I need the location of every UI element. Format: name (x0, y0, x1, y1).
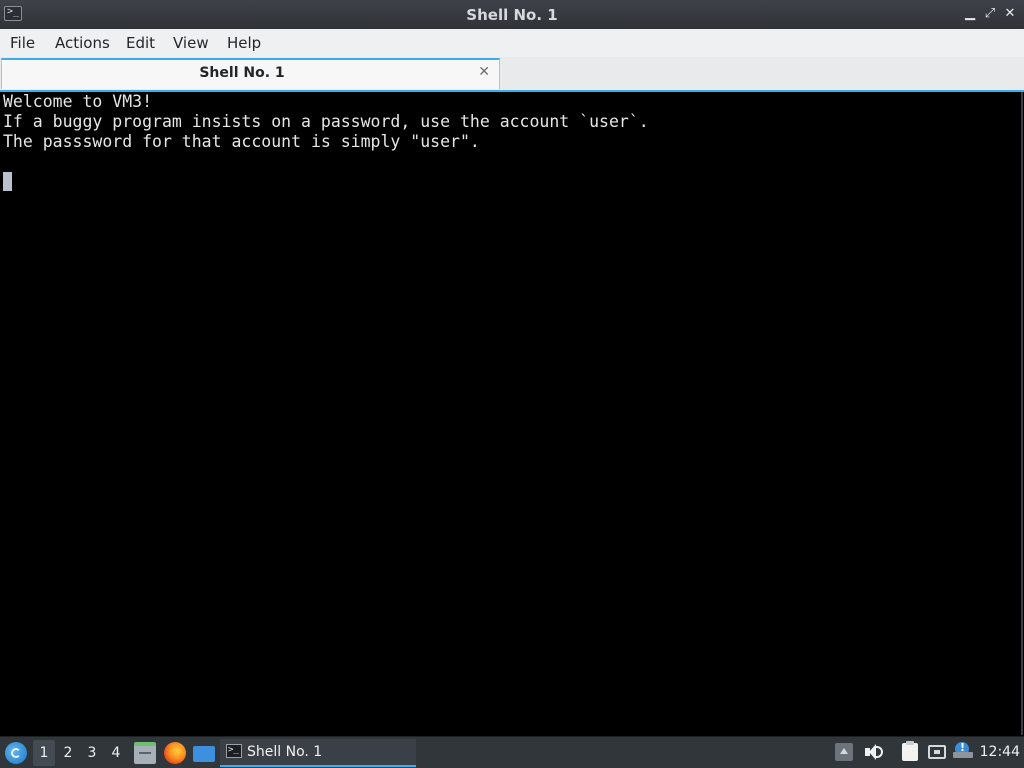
taskbar: 1 2 3 4 >_ Shell No. 1 12:44 (0, 736, 1024, 768)
clipboard-icon[interactable] (902, 741, 918, 761)
maximize-icon: ⤢ (984, 6, 996, 21)
taskbar-window-shell-1[interactable]: >_ Shell No. 1 (220, 739, 416, 767)
update-notifier-icon[interactable] (953, 741, 973, 758)
tab-bar: Shell No. 1 ✕ (0, 57, 1024, 92)
minimize-icon: ▁ (965, 6, 975, 21)
maximize-button[interactable]: ⤢ (982, 6, 998, 22)
tray-expand-icon[interactable] (835, 743, 853, 761)
terminal-window: >_ Shell No. 1 ▁ ⤢ ✕ File Actions Edit V… (0, 0, 1024, 736)
menu-view[interactable]: View (173, 34, 209, 52)
terminal-output[interactable]: Welcome to VM3! If a buggy program insis… (1, 92, 1023, 735)
show-desktop-icon[interactable] (193, 746, 215, 762)
desktop-switch-4[interactable]: 4 (105, 740, 127, 766)
tab-close-icon[interactable]: ✕ (478, 64, 490, 80)
menu-file[interactable]: File (10, 34, 35, 52)
terminal-line: If a buggy program insists on a password… (3, 112, 649, 131)
menu-help[interactable]: Help (227, 34, 261, 52)
firefox-icon[interactable] (164, 742, 186, 764)
menu-actions[interactable]: Actions (55, 34, 110, 52)
network-icon[interactable] (928, 745, 946, 759)
terminal-icon: >_ (226, 744, 242, 758)
taskbar-window-label: Shell No. 1 (247, 744, 323, 760)
terminal-cursor (3, 172, 12, 191)
menu-edit[interactable]: Edit (126, 34, 155, 52)
volume-icon[interactable] (864, 743, 883, 761)
menu-bar: File Actions Edit View Help (0, 29, 1024, 57)
tab-label: Shell No. 1 (199, 65, 285, 81)
desktop-switch-1[interactable]: 1 (33, 740, 55, 766)
title-bar[interactable]: >_ Shell No. 1 ▁ ⤢ ✕ (0, 0, 1024, 29)
clock[interactable]: 12:44 (980, 744, 1020, 760)
terminal-line: Welcome to VM3! (3, 92, 153, 111)
start-menu-icon[interactable] (5, 742, 27, 764)
file-manager-icon[interactable] (134, 742, 156, 764)
desktop-switch-2[interactable]: 2 (57, 740, 79, 766)
desktop-switch-3[interactable]: 3 (81, 740, 103, 766)
terminal-line: The passsword for that account is simply… (3, 132, 480, 151)
window-title: Shell No. 1 (466, 6, 558, 24)
minimize-button[interactable]: ▁ (962, 6, 978, 22)
close-icon: ✕ (1004, 6, 1016, 21)
close-window-button[interactable]: ✕ (1002, 6, 1018, 22)
tab-shell-1[interactable]: Shell No. 1 ✕ (1, 58, 500, 89)
